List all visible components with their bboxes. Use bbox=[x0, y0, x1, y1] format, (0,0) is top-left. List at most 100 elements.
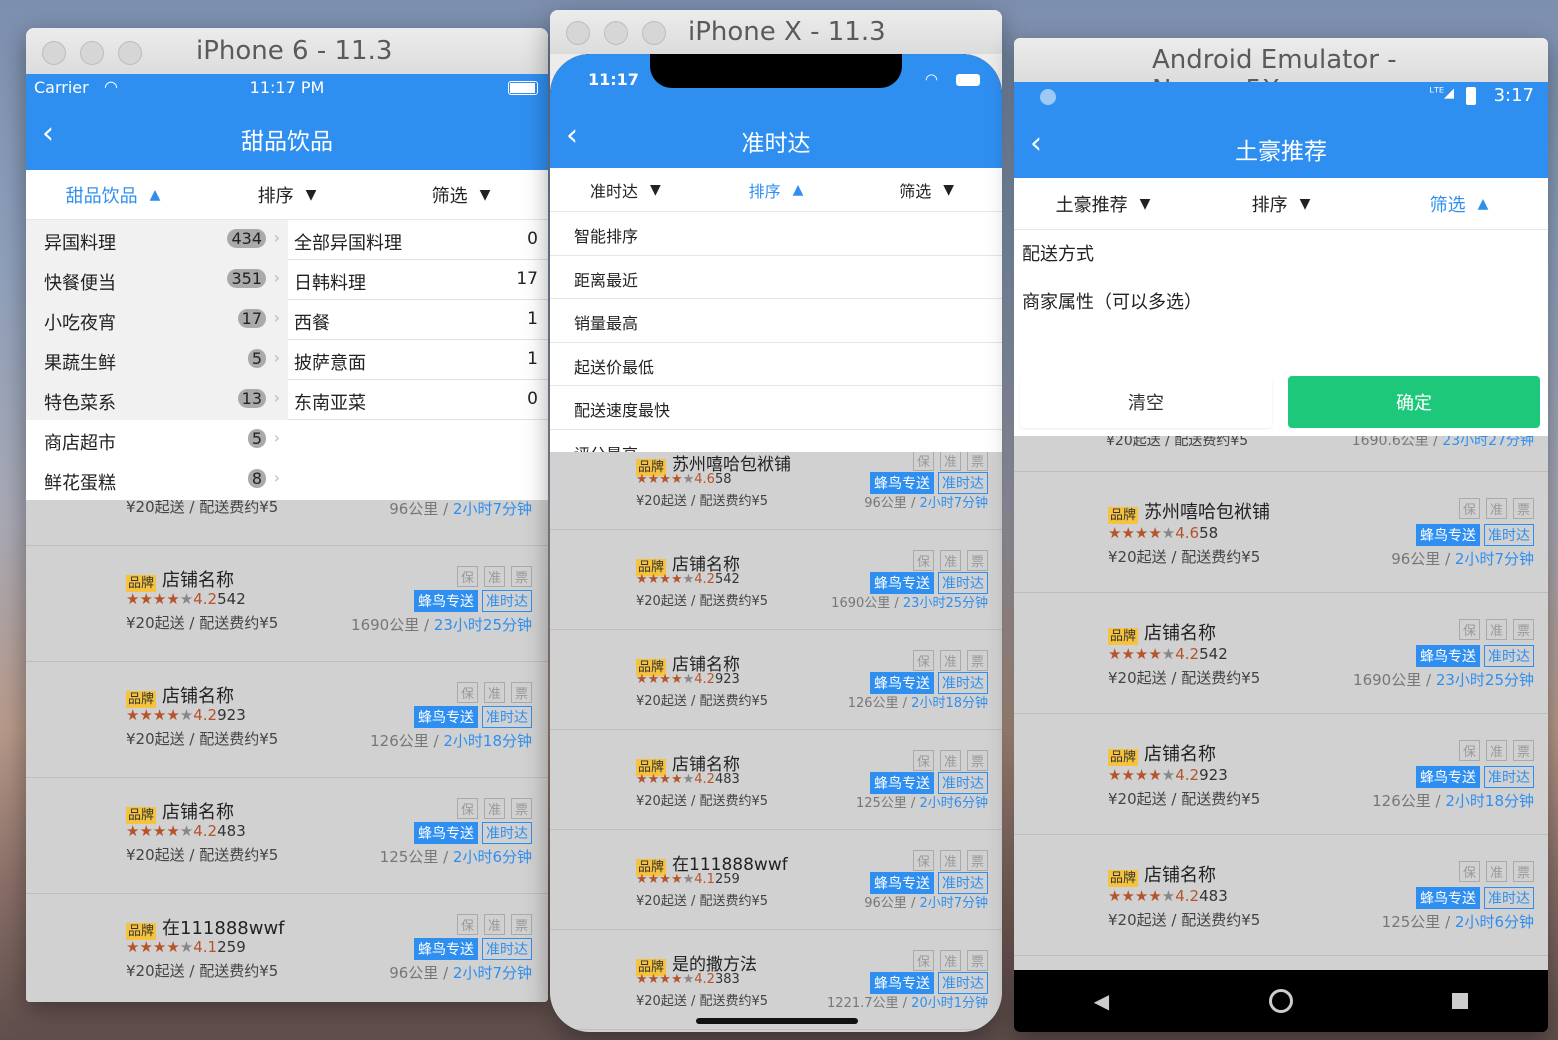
badge-invoice: 票 bbox=[510, 914, 532, 935]
subcategory-item[interactable]: 东南亚菜 0 bbox=[288, 380, 548, 420]
sort-option[interactable]: 销量最高 bbox=[550, 299, 1002, 343]
badge-ontime: 准 bbox=[1485, 740, 1507, 761]
delivery-tags: 蜂鸟专送 准时达 bbox=[870, 772, 988, 794]
clear-button[interactable]: 清空 bbox=[1020, 376, 1272, 428]
shop-name-row: 品牌 店铺名称 bbox=[1108, 619, 1216, 645]
list-item-partial[interactable]: ¥20起送 / 配送费约¥5 1690.6公里 / 23小时27分钟 bbox=[1014, 436, 1548, 472]
subcategory-item[interactable]: 日韩料理 17 bbox=[288, 260, 548, 300]
distance-text: 96公里 / 2小时7分钟 bbox=[864, 892, 988, 911]
brand-tag: 品牌 bbox=[1108, 748, 1139, 766]
sort-option[interactable]: 起送价最低 bbox=[550, 343, 1002, 386]
delivery-time: 2小时18分钟 bbox=[443, 732, 532, 750]
back-triangle-icon[interactable]: ◀ bbox=[1094, 989, 1109, 1013]
subcategory-item[interactable]: 披萨意面 1 bbox=[288, 340, 548, 380]
category-item[interactable]: 鲜花蛋糕 8 › bbox=[26, 460, 288, 500]
distance-text: 96公里 / 2小时7分钟 bbox=[389, 962, 532, 983]
tab-sort[interactable]: 排序 ▼ bbox=[1192, 178, 1370, 229]
signal-lte-icon: ᴸᵀᴱ◢ bbox=[1429, 86, 1454, 101]
minimize-window-button[interactable] bbox=[604, 21, 628, 45]
rating-value: 4.2 bbox=[1175, 887, 1200, 905]
badge-invoice: 票 bbox=[1512, 861, 1534, 882]
home-indicator[interactable] bbox=[696, 1018, 858, 1024]
category-item[interactable]: 特色菜系 13 › bbox=[26, 380, 288, 420]
list-item[interactable]: 品牌 店铺名称 ★★★★★4.2542 ¥20起送 / 配送费约¥5 保准票蜂鸟专送 准时… bbox=[1014, 593, 1548, 714]
close-window-button[interactable] bbox=[42, 41, 66, 65]
rating-row: ★★★★★4.2542 bbox=[1108, 645, 1228, 663]
ontime-tag: 准时达 bbox=[938, 672, 988, 694]
rating-row: ★★★★★4.1259 bbox=[126, 938, 246, 956]
tab-sort[interactable]: 排序 ▲ bbox=[701, 168, 852, 211]
list-item[interactable]: 品牌苏州嘻哈包袱铺★★★★★4.658¥20起送 / 配送费约¥5保准票蜂鸟专送… bbox=[26, 500, 548, 546]
list-item[interactable]: 品牌 店铺名称 ★★★★★4.2542 ¥20起送 / 配送费约¥5 保准票蜂鸟专送 准时… bbox=[550, 530, 1002, 630]
fengniao-tag: 蜂鸟专送 bbox=[1416, 766, 1480, 788]
zoom-window-button[interactable] bbox=[118, 41, 142, 65]
close-window-button[interactable] bbox=[566, 21, 590, 45]
badge-guarantee: 保 bbox=[1458, 861, 1480, 882]
window-titlebar[interactable]: iPhone X - 11.3 bbox=[550, 10, 1002, 54]
subcategory-count: 0 bbox=[527, 229, 538, 249]
fengniao-tag: 蜂鸟专送 bbox=[414, 706, 478, 728]
category-item[interactable]: 果蔬生鲜 5 › bbox=[26, 340, 288, 380]
window-titlebar[interactable]: iPhone 6 - 11.3 bbox=[26, 28, 548, 74]
list-item[interactable]: 品牌苏州嘻哈包袱铺★★★★★4.658¥20起送 / 配送费约¥5保准票蜂鸟专送… bbox=[1014, 472, 1548, 593]
list-item[interactable]: 品牌 在111888wwf ★★★★★4.1259 ¥20起送 / 配送费约¥5 保准票… bbox=[26, 894, 548, 1002]
sales-count: 58 bbox=[714, 472, 732, 487]
confirm-button[interactable]: 确定 bbox=[1288, 376, 1540, 428]
category-item[interactable]: 异国料理 434 › bbox=[26, 220, 288, 260]
tab-filter[interactable]: 筛选 ▼ bbox=[851, 168, 1002, 211]
list-item[interactable]: 品牌 店铺名称 ★★★★★4.2483 ¥20起送 / 配送费约¥5 保准票蜂鸟专送 准时… bbox=[26, 778, 548, 894]
distance-text: 125公里 / 2小时6分钟 bbox=[1382, 911, 1534, 932]
star-empty-icon: ★ bbox=[682, 472, 695, 487]
sort-option[interactable]: 评分最高 bbox=[550, 430, 1002, 453]
list-item[interactable]: 品牌 是的撒方法 ★★★★★4.2383 ¥20起送 / 配送费约¥5 保准票蜂鸟专送准… bbox=[550, 930, 1002, 1030]
list-item[interactable]: 品牌 店铺名称 ★★★★★4.2483 ¥20起送 / 配送费约¥5 保准票蜂鸟专送 准时… bbox=[1014, 835, 1548, 956]
zoom-window-button[interactable] bbox=[642, 21, 666, 45]
sort-option[interactable]: 配送速度最快 bbox=[550, 386, 1002, 430]
sort-option[interactable]: 距离最近 bbox=[550, 256, 1002, 299]
fengniao-tag: 蜂鸟专送 bbox=[870, 472, 934, 494]
list-item[interactable]: 品牌 店铺名称 ★★★★★4.2923 ¥20起送 / 配送费约¥5 保准票蜂鸟专送 准时… bbox=[26, 662, 548, 778]
category-item[interactable]: 商店超市 5 › bbox=[26, 420, 288, 460]
list-item[interactable]: 品牌 店铺名称 ★★★★★4.2542 ¥20起送 / 配送费约¥5 保准票蜂鸟专送 准时… bbox=[26, 546, 548, 662]
category-item[interactable]: 小吃夜宵 17 › bbox=[26, 300, 288, 340]
service-badges: 保准票 bbox=[912, 850, 988, 871]
list-item[interactable]: 品牌 店铺名称 ★★★★★4.2923 ¥20起送 / 配送费约¥5 保准票蜂鸟专送 准时… bbox=[550, 630, 1002, 730]
tab-sort[interactable]: 排序 ▼ bbox=[200, 170, 374, 219]
shop-name: 店铺名称 bbox=[1144, 623, 1217, 644]
window-controls bbox=[42, 41, 142, 65]
recents-square-icon[interactable] bbox=[1452, 993, 1469, 1009]
home-circle-icon[interactable] bbox=[1268, 989, 1293, 1013]
service-badges: 保准票 bbox=[912, 650, 988, 671]
tab-category[interactable]: 土豪推荐 ▼ bbox=[1014, 178, 1192, 229]
minimize-window-button[interactable] bbox=[80, 41, 104, 65]
shop-name: 店铺名称 bbox=[162, 802, 235, 823]
iphone6-simulator-window: iPhone 6 - 11.3 Carrier ◠ 11:17 PM ‹ 甜品饮… bbox=[26, 28, 548, 1002]
sort-option[interactable]: 智能排序 bbox=[550, 212, 1002, 256]
sales-count: 383 bbox=[714, 972, 740, 987]
category-name: 果蔬生鲜 bbox=[44, 353, 116, 374]
badge-guarantee: 保 bbox=[912, 452, 934, 471]
distance-value: 125公里 / bbox=[855, 796, 920, 811]
rating-value: 4.1 bbox=[694, 872, 715, 887]
tab-category[interactable]: 准时达 ▼ bbox=[550, 168, 701, 211]
list-item[interactable]: 品牌苏州嘻哈包袱铺★★★★★4.658¥20起送 / 配送费约¥5保准票蜂鸟专送… bbox=[550, 452, 1002, 530]
category-item[interactable]: 快餐便当 351 › bbox=[26, 260, 288, 300]
list-item[interactable]: 品牌 店铺名称 ★★★★★4.2483 ¥20起送 / 配送费约¥5 保准票蜂鸟专送 准时… bbox=[550, 730, 1002, 830]
subcategory-item[interactable]: 西餐 1 bbox=[288, 300, 548, 340]
fengniao-tag: 蜂鸟专送 bbox=[870, 872, 934, 894]
subcategory-item[interactable]: 全部异国料理 0 bbox=[288, 220, 548, 260]
list-item[interactable]: 品牌 在111888wwf ★★★★★4.1259 ¥20起送 / 配送费约¥5 保准票… bbox=[550, 830, 1002, 930]
window-titlebar[interactable]: Android Emulator - Nexus_5X... bbox=[1014, 38, 1548, 105]
tab-filter[interactable]: 筛选 ▼ bbox=[374, 170, 548, 219]
tab-filter[interactable]: 筛选 ▲ bbox=[1370, 178, 1548, 229]
tab-category[interactable]: 甜品饮品 ▲ bbox=[26, 170, 200, 219]
delivery-tags: 蜂鸟专送 准时达 bbox=[1416, 766, 1534, 788]
category-name: 特色菜系 bbox=[44, 393, 116, 414]
rating-row: ★★★★★4.2383 bbox=[636, 972, 740, 987]
ontime-tag: 准时达 bbox=[482, 706, 532, 728]
subcategory-count: 1 bbox=[527, 349, 538, 369]
list-item[interactable]: 品牌 店铺名称 ★★★★★4.2923 ¥20起送 / 配送费约¥5 保准票蜂鸟专送 准时… bbox=[1014, 714, 1548, 835]
sales-count: 259 bbox=[217, 938, 246, 956]
chevron-right-icon: › bbox=[273, 428, 280, 447]
badge-invoice: 票 bbox=[510, 798, 532, 819]
